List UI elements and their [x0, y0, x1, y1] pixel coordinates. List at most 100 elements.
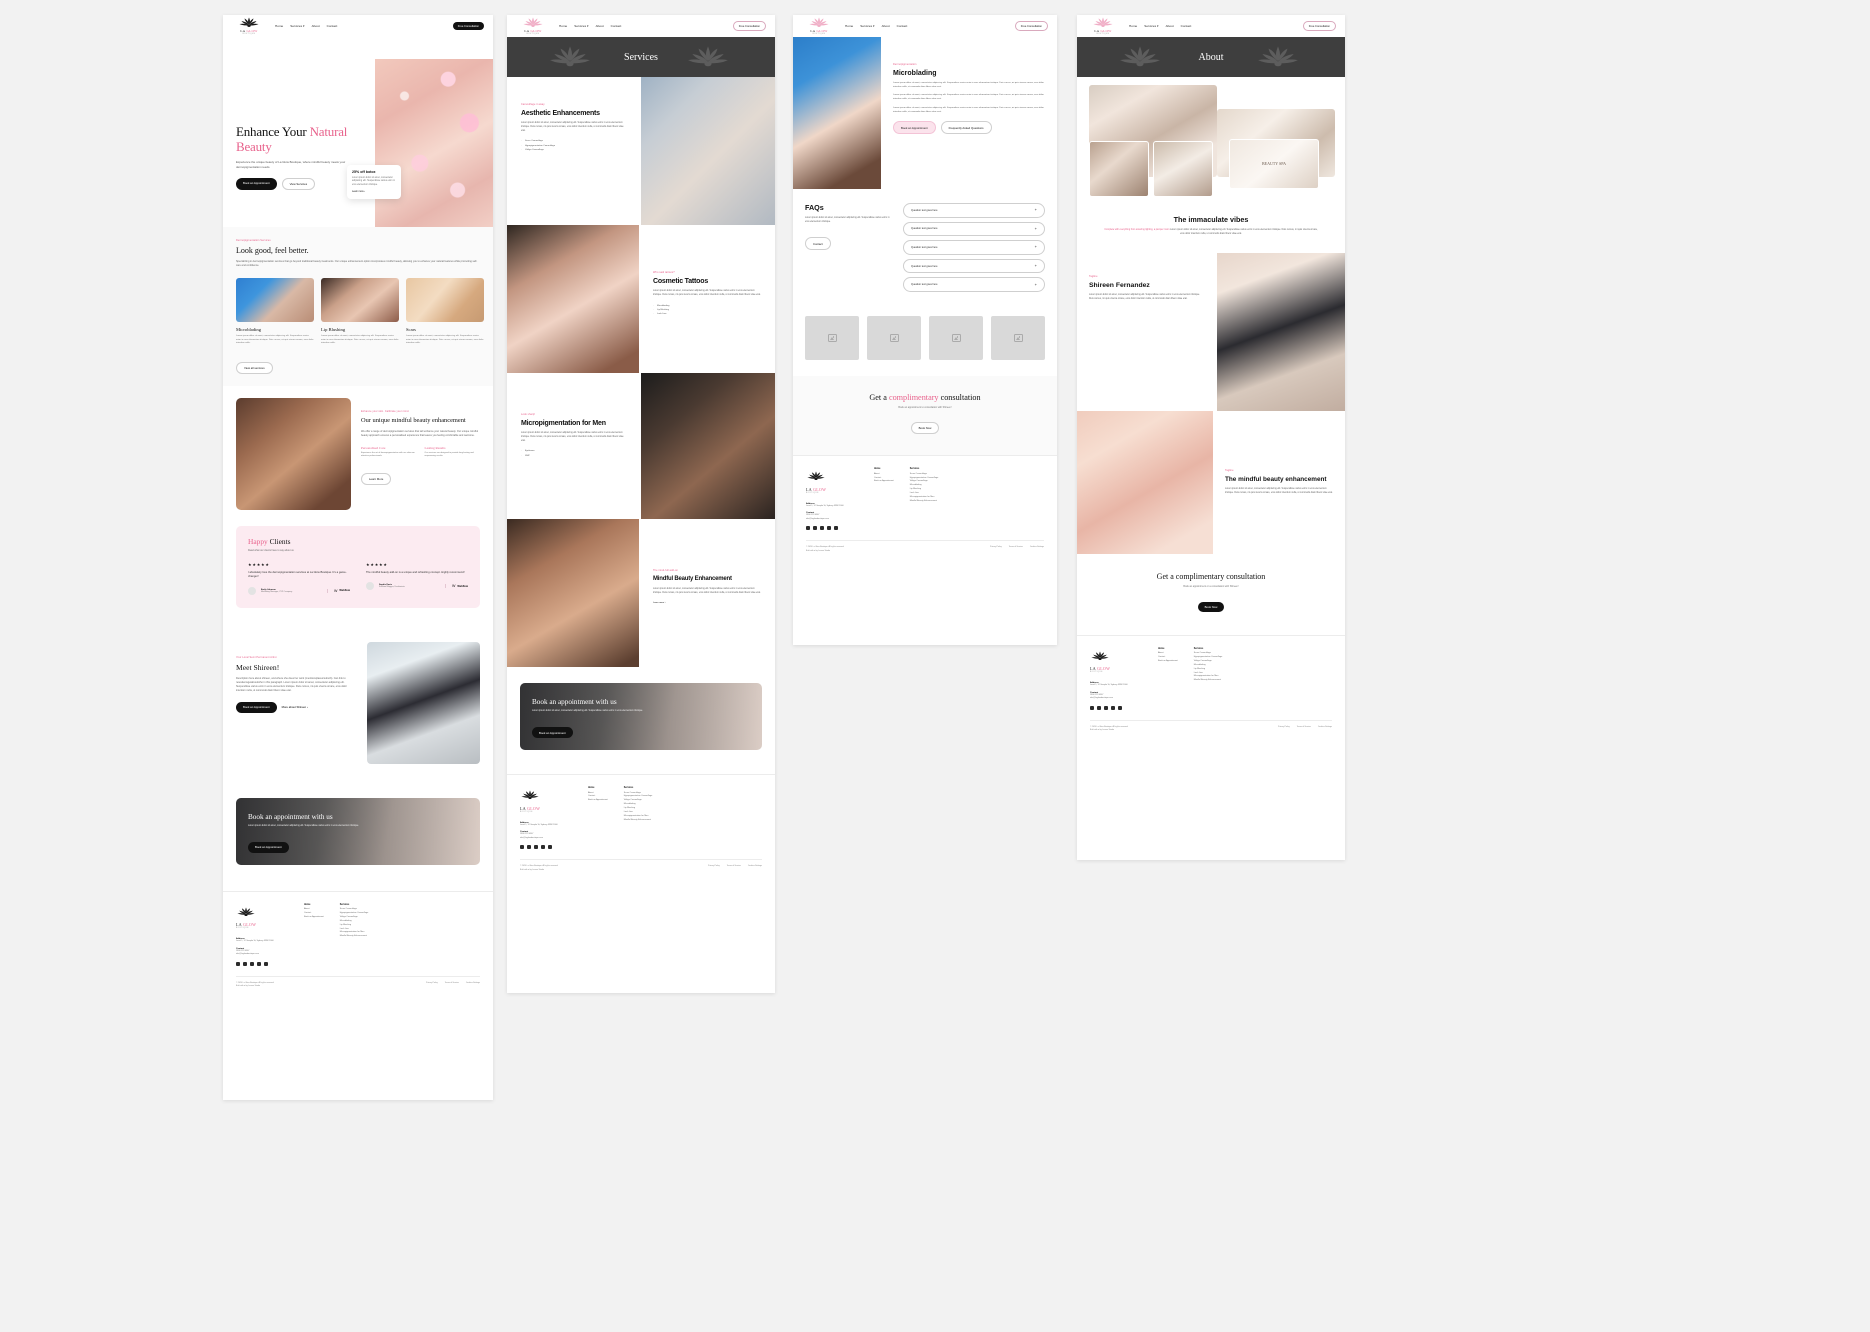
nav-item-about[interactable]: About: [882, 24, 890, 28]
linkedin-icon[interactable]: [257, 962, 261, 967]
service-card[interactable]: Lip Blushing Lorem ipsum dolor sit amet,…: [321, 278, 399, 346]
view-all-services-button[interactable]: View all services: [236, 361, 273, 375]
plus-icon[interactable]: +: [1035, 264, 1037, 268]
banner-book-button[interactable]: Book an Appointment: [248, 842, 289, 853]
faq-item[interactable]: Question text goes here +: [903, 240, 1045, 255]
footer-logo[interactable]: LA GLOW BOUTIQUE Address Level 1, 12 Sam…: [1090, 648, 1142, 711]
cookies-link[interactable]: Cookies Settings: [466, 982, 480, 988]
promo-link[interactable]: Learn more ›: [352, 191, 396, 193]
footer-link[interactable]: Mindful Beauty Enhancement: [910, 500, 939, 504]
meet-book-button[interactable]: Book an Appointment: [236, 702, 277, 713]
detail-book-button[interactable]: Book an Appointment: [893, 121, 936, 134]
facebook-icon[interactable]: [1090, 706, 1094, 711]
nav-item-contact[interactable]: Contact: [1181, 24, 1192, 28]
gallery-placeholder[interactable]: [929, 315, 983, 360]
footer-link[interactable]: Mindful Beauty Enhancement: [1194, 679, 1223, 683]
facebook-icon[interactable]: [520, 845, 524, 850]
nav-item-contact[interactable]: Contact: [327, 24, 338, 28]
nav-item-home[interactable]: Home: [845, 24, 853, 28]
youtube-icon[interactable]: [264, 962, 268, 967]
learn-more-button[interactable]: Learn More: [361, 472, 392, 485]
cta-book-button[interactable]: Book Now: [910, 421, 940, 435]
terms-link[interactable]: Terms of Service: [1009, 546, 1023, 552]
privacy-policy-link[interactable]: Privacy Policy: [1278, 726, 1290, 732]
nav-cta-button[interactable]: Free Consultation: [452, 22, 484, 30]
instagram-icon[interactable]: [243, 962, 247, 967]
nav-item-services[interactable]: Services ▾: [1144, 24, 1158, 28]
book-appointment-button[interactable]: Book an Appointment: [236, 178, 277, 191]
footer-link[interactable]: Book an Appointment: [588, 799, 608, 803]
plus-icon[interactable]: +: [1035, 282, 1037, 287]
nav-item-home[interactable]: Home: [1129, 24, 1137, 28]
faq-item[interactable]: Question text goes here +: [903, 258, 1045, 274]
nav-item-services[interactable]: Services ▾: [860, 24, 874, 28]
youtube-icon[interactable]: [1118, 706, 1122, 711]
linkedin-icon[interactable]: [541, 845, 545, 850]
nav-item-home[interactable]: Home: [275, 24, 283, 28]
plus-icon[interactable]: +: [1035, 245, 1037, 249]
service-more-link[interactable]: Learn more ›: [653, 602, 761, 604]
nav-item-about[interactable]: About: [596, 24, 604, 28]
privacy-policy-link[interactable]: Privacy Policy: [426, 982, 438, 988]
service-card[interactable]: Scars Lorem ipsum dolor sit amet, consec…: [406, 278, 484, 346]
more-about-shireen-link[interactable]: More about Shireen ›: [282, 705, 308, 709]
footer-link[interactable]: Mindful Beauty Enhancement: [340, 935, 369, 939]
nav-item-about[interactable]: About: [312, 24, 320, 28]
gallery-placeholder[interactable]: [991, 315, 1045, 360]
gallery-placeholder[interactable]: [805, 315, 859, 360]
brand-logo[interactable]: LA GLOW BOUTIQUE: [516, 17, 550, 35]
nav-item-home[interactable]: Home: [559, 24, 567, 28]
terms-link[interactable]: Terms of Service: [1297, 726, 1311, 732]
x-icon[interactable]: [250, 962, 254, 967]
nav-item-contact[interactable]: Contact: [611, 24, 622, 28]
cta-book-button[interactable]: Book Now: [1197, 601, 1225, 612]
banner-book-button[interactable]: Book an Appointment: [532, 727, 573, 738]
plus-icon[interactable]: +: [1035, 226, 1037, 231]
promo-card[interactable]: 25% off botox Lorem ipsum dolor sit amet…: [347, 165, 401, 200]
footer-link[interactable]: Book an Appointment: [874, 480, 894, 484]
detail-faq-button[interactable]: Frequently Asked Questions: [940, 121, 992, 134]
nav-cta-button[interactable]: Free Consultation: [732, 21, 766, 31]
faq-item[interactable]: Question text goes here +: [903, 221, 1045, 237]
nav-cta-button[interactable]: Free Consultation: [1014, 21, 1048, 31]
facebook-icon[interactable]: [236, 962, 240, 967]
footer-logo[interactable]: LA GLOW BOUTIQUE Address Level 1, 12 Sam…: [520, 787, 572, 850]
linkedin-icon[interactable]: [1111, 706, 1115, 711]
nav-item-services[interactable]: Services ▾: [290, 24, 304, 28]
cookies-link[interactable]: Cookies Settings: [1318, 726, 1332, 732]
cookies-link[interactable]: Cookies Settings: [1030, 546, 1044, 552]
footer-link[interactable]: Micropigmentation for Men: [624, 815, 653, 819]
instagram-icon[interactable]: [1097, 706, 1101, 711]
service-card[interactable]: Microblading Lorem ipsum dolor sit amet,…: [236, 278, 314, 346]
facebook-icon[interactable]: [806, 526, 810, 531]
x-icon[interactable]: [534, 845, 538, 850]
footer-link[interactable]: Book an Appointment: [304, 916, 324, 920]
nav-item-about[interactable]: About: [1166, 24, 1174, 28]
immaculate-link[interactable]: Complete with everything from amazing li…: [1104, 229, 1169, 231]
plus-icon[interactable]: +: [1035, 208, 1037, 212]
footer-logo[interactable]: LA GLOW BOUTIQUE Address Level 1, 12 Sam…: [236, 904, 288, 967]
terms-link[interactable]: Terms of Service: [445, 982, 459, 988]
nav-item-services[interactable]: Services ▾: [574, 24, 588, 28]
brand-logo[interactable]: LA GLOW BOUTIQUE: [232, 17, 266, 35]
instagram-icon[interactable]: [813, 526, 817, 531]
footer-link[interactable]: Book an Appointment: [1158, 660, 1178, 664]
faq-contact-button[interactable]: Contact: [805, 237, 831, 250]
nav-cta-button[interactable]: Free Consultation: [1302, 21, 1336, 31]
privacy-policy-link[interactable]: Privacy Policy: [708, 865, 720, 871]
privacy-policy-link[interactable]: Privacy Policy: [990, 546, 1002, 552]
faq-item[interactable]: Question text goes here +: [903, 277, 1045, 292]
cookies-link[interactable]: Cookies Settings: [748, 865, 762, 871]
nav-item-contact[interactable]: Contact: [897, 24, 908, 28]
youtube-icon[interactable]: [834, 526, 838, 531]
brand-logo[interactable]: LA GLOW BOUTIQUE: [1086, 17, 1120, 35]
footer-logo[interactable]: LA GLOW BOUTIQUE Address Level 1, 12 Sam…: [806, 468, 858, 531]
faq-item[interactable]: Question text goes here +: [903, 203, 1045, 218]
footer-link[interactable]: Mindful Beauty Enhancement: [624, 819, 653, 823]
youtube-icon[interactable]: [548, 845, 552, 850]
brand-logo[interactable]: LA GLOW BOUTIQUE: [802, 17, 836, 35]
instagram-icon[interactable]: [527, 845, 531, 850]
view-services-button[interactable]: View Services: [281, 178, 316, 191]
linkedin-icon[interactable]: [827, 526, 831, 531]
gallery-placeholder[interactable]: [867, 315, 921, 360]
